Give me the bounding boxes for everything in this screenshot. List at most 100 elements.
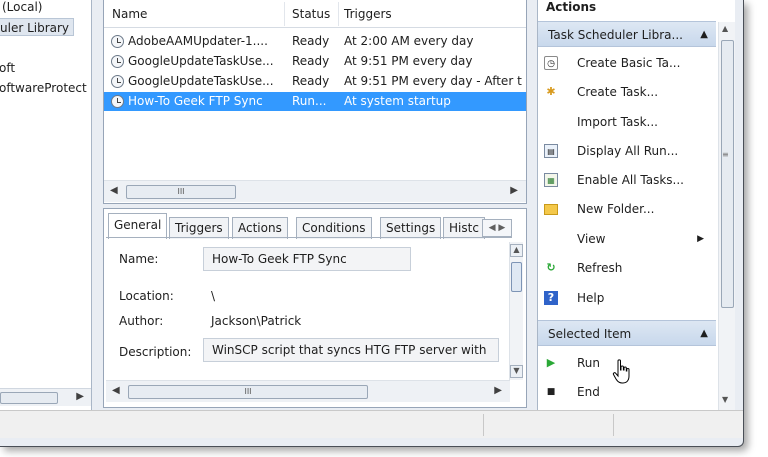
action-display-all-running[interactable]: ▤ Display All Run... bbox=[538, 139, 716, 163]
task-name: AdobeAAMUpdater-1.... bbox=[128, 34, 268, 48]
group-selected-item[interactable]: Selected Item ▲ bbox=[538, 320, 716, 346]
scroll-left-arrow-icon[interactable]: ◀ bbox=[110, 185, 118, 196]
navigation-tree[interactable]: (Local) uler Library oft oftwareProtect … bbox=[0, 0, 92, 410]
tab-conditions[interactable]: Conditions bbox=[296, 217, 372, 239]
task-scheduler-window: (Local) uler Library oft oftwareProtect … bbox=[0, 0, 744, 447]
action-label: Help bbox=[577, 291, 605, 305]
grip-icon: ≡ bbox=[722, 150, 729, 159]
actions-title: Actions bbox=[546, 0, 597, 14]
table-row[interactable]: GoogleUpdateTaskUse... Ready At 9:51 PM … bbox=[104, 72, 526, 91]
scroll-thumb[interactable]: III bbox=[128, 385, 368, 399]
scheduled-task-icon bbox=[111, 55, 124, 68]
action-label: Refresh bbox=[577, 261, 623, 275]
scheduled-task-icon bbox=[111, 35, 124, 48]
tab-actions[interactable]: Actions bbox=[232, 217, 288, 239]
wizard-icon: ◷ bbox=[544, 56, 558, 70]
scroll-thumb[interactable] bbox=[0, 392, 58, 404]
refresh-icon: ↻ bbox=[546, 261, 556, 274]
task-details-panel: General Triggers Actions Conditions Sett… bbox=[103, 208, 527, 408]
task-list-horizontal-scrollbar[interactable]: ◀ III ▶ bbox=[104, 180, 526, 202]
display-running-icon: ▤ bbox=[544, 144, 558, 158]
tab-settings[interactable]: Settings bbox=[380, 217, 442, 239]
task-trigger: At 9:51 PM every day bbox=[344, 54, 473, 68]
action-label: New Folder... bbox=[577, 202, 655, 216]
scroll-right-arrow-icon[interactable]: ▶ bbox=[494, 385, 502, 396]
task-name: GoogleUpdateTaskUse... bbox=[128, 74, 274, 88]
tree-item-microsoft[interactable]: oft bbox=[0, 59, 15, 77]
tab-general[interactable]: General bbox=[108, 213, 168, 239]
hand-cursor-icon bbox=[612, 359, 630, 384]
action-label: Import Task... bbox=[577, 115, 658, 129]
details-vertical-scrollbar[interactable]: ▲ ▼ bbox=[509, 242, 523, 380]
location-label: Location: bbox=[119, 289, 174, 303]
tab-history[interactable]: Histc bbox=[443, 217, 485, 239]
location-value: \ bbox=[211, 289, 216, 303]
run-icon: ▶ bbox=[546, 356, 556, 369]
scroll-right-arrow-icon[interactable]: ▶ bbox=[76, 391, 84, 402]
column-header-status[interactable]: Status bbox=[292, 7, 330, 21]
task-status: Ready bbox=[292, 54, 330, 68]
name-label: Name: bbox=[119, 252, 159, 266]
submenu-arrow-icon: ▶ bbox=[697, 234, 704, 244]
action-label: Run bbox=[577, 356, 601, 370]
scroll-up-arrow-icon[interactable]: ▲ bbox=[722, 24, 728, 33]
scroll-down-arrow-icon[interactable]: ▼ bbox=[510, 365, 523, 378]
tree-item-softwareprotection[interactable]: oftwareProtect bbox=[0, 79, 87, 97]
action-view[interactable]: View ▶ bbox=[538, 227, 716, 251]
scheduled-task-icon bbox=[111, 95, 124, 108]
details-horizontal-scrollbar[interactable]: ◀ III ▶ bbox=[106, 380, 510, 402]
task-list: Name Status Triggers AdobeAAMUpdater-1..… bbox=[103, 0, 527, 204]
scroll-up-arrow-icon[interactable]: ▲ bbox=[510, 244, 523, 257]
scroll-thumb[interactable] bbox=[721, 40, 734, 308]
column-header-name[interactable]: Name bbox=[112, 7, 147, 21]
scroll-thumb[interactable]: III bbox=[126, 185, 236, 199]
task-trigger: At system startup bbox=[344, 94, 451, 108]
group-task-scheduler-library[interactable]: Task Scheduler Libra... ▲ bbox=[538, 21, 716, 47]
action-create-task[interactable]: ✱ Create Task... bbox=[538, 80, 716, 104]
table-row[interactable]: GoogleUpdateTaskUse... Ready At 9:51 PM … bbox=[104, 52, 526, 71]
folder-icon bbox=[544, 204, 558, 215]
scheduled-task-icon bbox=[111, 75, 124, 88]
action-label: Enable All Tasks... bbox=[577, 173, 684, 187]
tab-triggers[interactable]: Triggers bbox=[169, 217, 229, 239]
name-field[interactable]: How-To Geek FTP Sync bbox=[203, 247, 411, 271]
description-field[interactable]: WinSCP script that syncs HTG FTP server … bbox=[203, 338, 499, 362]
action-label: End bbox=[577, 385, 600, 399]
actions-pane: Actions Task Scheduler Libra... ▲ ◷ Crea… bbox=[537, 0, 735, 410]
table-row-selected[interactable]: How-To Geek FTP Sync Run... At system st… bbox=[104, 92, 526, 111]
scroll-thumb[interactable] bbox=[511, 262, 522, 292]
end-icon: ■ bbox=[546, 387, 556, 397]
action-help[interactable]: ? Help bbox=[538, 286, 716, 310]
action-new-folder[interactable]: New Folder... bbox=[538, 197, 716, 221]
actions-vertical-scrollbar[interactable]: ▲ ≡ ▼ bbox=[718, 22, 735, 410]
task-trigger: At 2:00 AM every day bbox=[344, 34, 474, 48]
action-import-task[interactable]: Import Task... bbox=[538, 110, 716, 134]
group-label: Selected Item bbox=[548, 327, 632, 341]
task-name: How-To Geek FTP Sync bbox=[128, 94, 263, 108]
general-tab-content: Name: How-To Geek FTP Sync Location: \ A… bbox=[106, 237, 512, 383]
action-label: Create Basic Ta... bbox=[577, 56, 681, 70]
author-value: Jackson\Patrick bbox=[211, 314, 302, 328]
tree-item-local[interactable]: (Local) bbox=[2, 0, 42, 16]
action-label: Display All Run... bbox=[577, 144, 679, 158]
tree-horizontal-scrollbar[interactable]: ▶ bbox=[0, 388, 91, 406]
column-header-triggers[interactable]: Triggers bbox=[344, 7, 392, 21]
task-status: Ready bbox=[292, 74, 330, 88]
action-label: Create Task... bbox=[577, 85, 659, 99]
enable-history-icon: ▦ bbox=[544, 173, 558, 187]
scroll-right-arrow-icon[interactable]: ▶ bbox=[510, 185, 518, 196]
tree-item-library[interactable]: uler Library bbox=[0, 18, 75, 36]
scroll-left-arrow-icon[interactable]: ◀ bbox=[112, 385, 120, 396]
collapse-triangle-icon[interactable]: ▲ bbox=[700, 321, 708, 347]
action-enable-all-tasks-history[interactable]: ▦ Enable All Tasks... bbox=[538, 168, 716, 192]
table-row[interactable]: AdobeAAMUpdater-1.... Ready At 2:00 AM e… bbox=[104, 32, 526, 51]
help-icon: ? bbox=[544, 291, 558, 305]
task-status: Ready bbox=[292, 34, 330, 48]
collapse-triangle-icon[interactable]: ▲ bbox=[700, 22, 708, 48]
author-label: Author: bbox=[119, 314, 164, 328]
action-refresh[interactable]: ↻ Refresh bbox=[538, 256, 716, 280]
scroll-down-arrow-icon[interactable]: ▼ bbox=[722, 395, 728, 404]
action-create-basic-task[interactable]: ◷ Create Basic Ta... bbox=[538, 51, 716, 75]
tab-scroll-buttons[interactable]: ◀ ▶ bbox=[482, 219, 512, 237]
details-tabs: General Triggers Actions Conditions Sett… bbox=[106, 211, 526, 239]
